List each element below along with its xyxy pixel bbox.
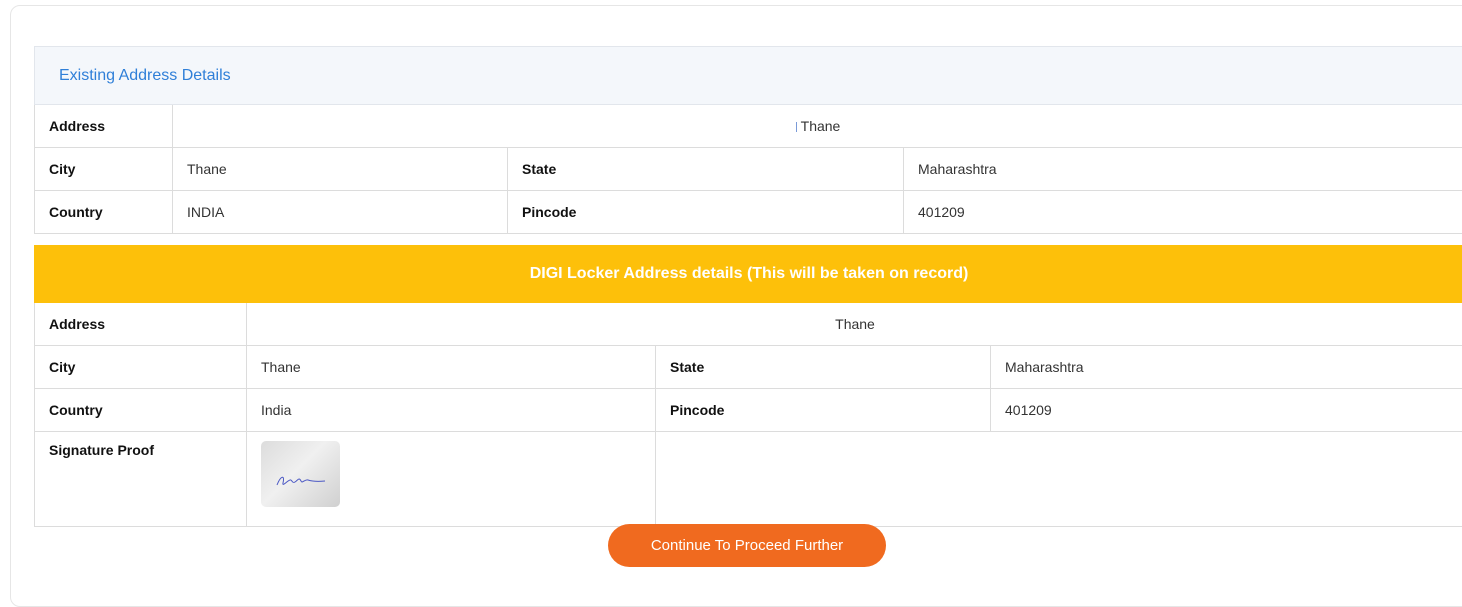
signature-empty-cell [656,432,1462,527]
existing-city-label: City [35,148,173,191]
existing-country-label: Country [35,191,173,234]
digi-city-value: Thane [247,346,656,389]
digi-address-label: Address [35,303,247,346]
existing-state-label: State [508,148,904,191]
existing-address-label: Address [35,105,173,148]
existing-address-table: Existing Address Details Address Thane C… [34,46,1462,234]
digi-city-label: City [35,346,247,389]
digi-country-value: India [247,389,656,432]
digi-address-value: Thane [247,303,1462,346]
continue-button[interactable]: Continue To Proceed Further [608,524,886,567]
digi-state-value: Maharashtra [991,346,1462,389]
digilocker-address-table: DIGI Locker Address details (This will b… [34,245,1462,527]
digilocker-address-title: DIGI Locker Address details (This will b… [35,246,1462,303]
existing-address-text: Thane [801,118,841,134]
existing-state-value: Maharashtra [904,148,1462,191]
signature-proof-cell [247,432,656,527]
signature-scribble-icon [275,471,329,491]
existing-pincode-value: 401209 [904,191,1462,234]
digi-pincode-label: Pincode [656,389,991,432]
digi-country-label: Country [35,389,247,432]
signature-proof-label: Signature Proof [35,432,247,527]
existing-address-title: Existing Address Details [35,47,1462,105]
digi-state-label: State [656,346,991,389]
existing-pincode-label: Pincode [508,191,904,234]
digi-pincode-value: 401209 [991,389,1462,432]
signature-proof-image[interactable] [261,441,340,507]
existing-address-value: Thane [173,105,1462,148]
existing-city-value: Thane [173,148,508,191]
existing-country-value: INDIA [173,191,508,234]
